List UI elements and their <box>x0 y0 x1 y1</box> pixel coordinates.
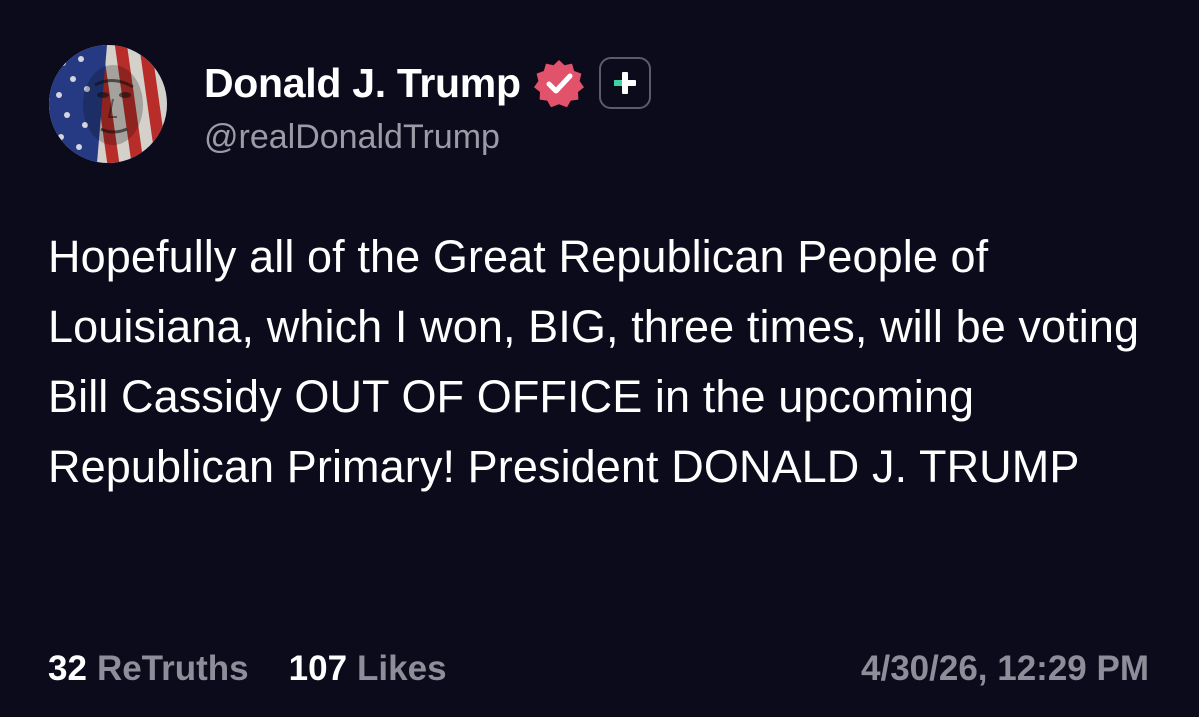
verified-badge-icon <box>533 57 585 109</box>
flag-portrait-avatar-icon <box>49 45 167 163</box>
likes-stat[interactable]: 107 Likes <box>289 649 447 689</box>
author-handle[interactable]: @realDonaldTrump <box>204 118 500 157</box>
post-footer: 32 ReTruths 107 Likes 4/30/26, 12:29 PM <box>48 644 1149 694</box>
avatar[interactable] <box>49 45 167 163</box>
post-text: Hopefully all of the Great Republican Pe… <box>48 231 1140 492</box>
retruths-count: 32 <box>48 649 87 688</box>
retruths-stat[interactable]: 32 ReTruths <box>48 649 249 689</box>
truth-post: Donald J. Trump @realDonaldTrump Hopeful… <box>0 0 1199 717</box>
author-name-row: Donald J. Trump <box>204 57 651 109</box>
likes-count: 107 <box>288 649 348 688</box>
truth-plus-icon[interactable] <box>598 57 651 109</box>
retruths-label: ReTruths <box>96 649 249 688</box>
author-display-name[interactable]: Donald J. Trump <box>204 60 521 107</box>
likes-label: Likes <box>357 649 447 688</box>
post-timestamp[interactable]: 4/30/26, 12:29 PM <box>861 649 1149 689</box>
